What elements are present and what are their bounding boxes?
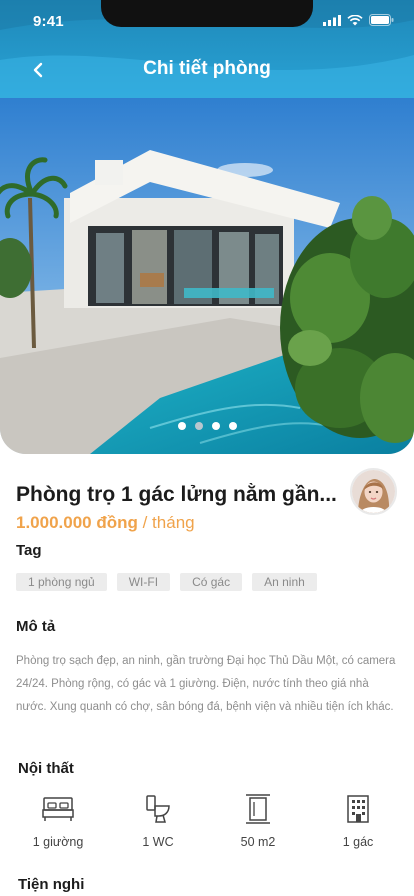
bed-icon <box>42 797 74 821</box>
furniture-item-loft: 1 gác <box>318 793 398 849</box>
carousel-dot[interactable] <box>177 422 186 430</box>
furniture-item-label: 1 gác <box>342 835 374 849</box>
furniture-item-label: 1 WC <box>142 835 174 849</box>
furniture-item-label: 1 giường <box>32 835 84 849</box>
furniture-item-area: 50 m2 <box>218 793 298 849</box>
owner-avatar[interactable] <box>350 468 397 515</box>
price-value: 1.000.000 đồng <box>16 513 138 532</box>
avatar-image <box>352 470 395 513</box>
price-unit: / tháng <box>137 513 195 532</box>
area-icon <box>246 794 270 824</box>
facilities-heading: Tiện nghi <box>18 876 85 893</box>
tags-heading: Tag <box>16 542 42 559</box>
price-row: 1.000.000 đồng / tháng <box>16 513 195 533</box>
furniture-heading: Nội thất <box>18 760 74 777</box>
carousel-dots <box>0 422 414 430</box>
carousel-dot[interactable] <box>194 422 203 430</box>
description-heading: Mô tả <box>16 618 56 635</box>
battery-icon <box>369 14 394 26</box>
room-photo-carousel[interactable] <box>0 98 414 454</box>
description-text: Phòng trọ sạch đẹp, an ninh, gần trường … <box>16 655 396 713</box>
tag-list: 1 phòng ngủ WI-FI Có gác An ninh <box>16 573 317 591</box>
tag-chip[interactable]: WI-FI <box>116 573 171 591</box>
tag-chip[interactable]: 1 phòng ngủ <box>16 573 107 591</box>
furniture-item-wc: 1 WC <box>118 793 198 849</box>
tag-chip[interactable]: An ninh <box>252 573 317 591</box>
wifi-icon <box>347 14 363 25</box>
app-header: 9:41 Chi tiết phòng <box>0 0 414 98</box>
page-title: Chi tiết phòng <box>143 58 271 79</box>
room-photo <box>0 98 414 454</box>
carousel-dot[interactable] <box>228 422 237 430</box>
device-notch <box>101 0 313 27</box>
carousel-dot[interactable] <box>211 422 220 430</box>
tag-chip[interactable]: Có gác <box>180 573 243 591</box>
listing-title: Phòng trọ 1 gác lửng nằm gần... <box>16 483 337 506</box>
furniture-item-label: 50 m2 <box>240 835 276 849</box>
signal-icon <box>323 14 341 26</box>
toilet-icon <box>146 795 170 823</box>
building-icon <box>347 795 369 823</box>
furniture-item-bed: 1 giường <box>18 793 98 849</box>
status-icons <box>323 14 394 26</box>
furniture-list: 1 giường 1 WC 50 m2 1 gác <box>18 793 398 849</box>
status-time: 9:41 <box>33 13 64 30</box>
